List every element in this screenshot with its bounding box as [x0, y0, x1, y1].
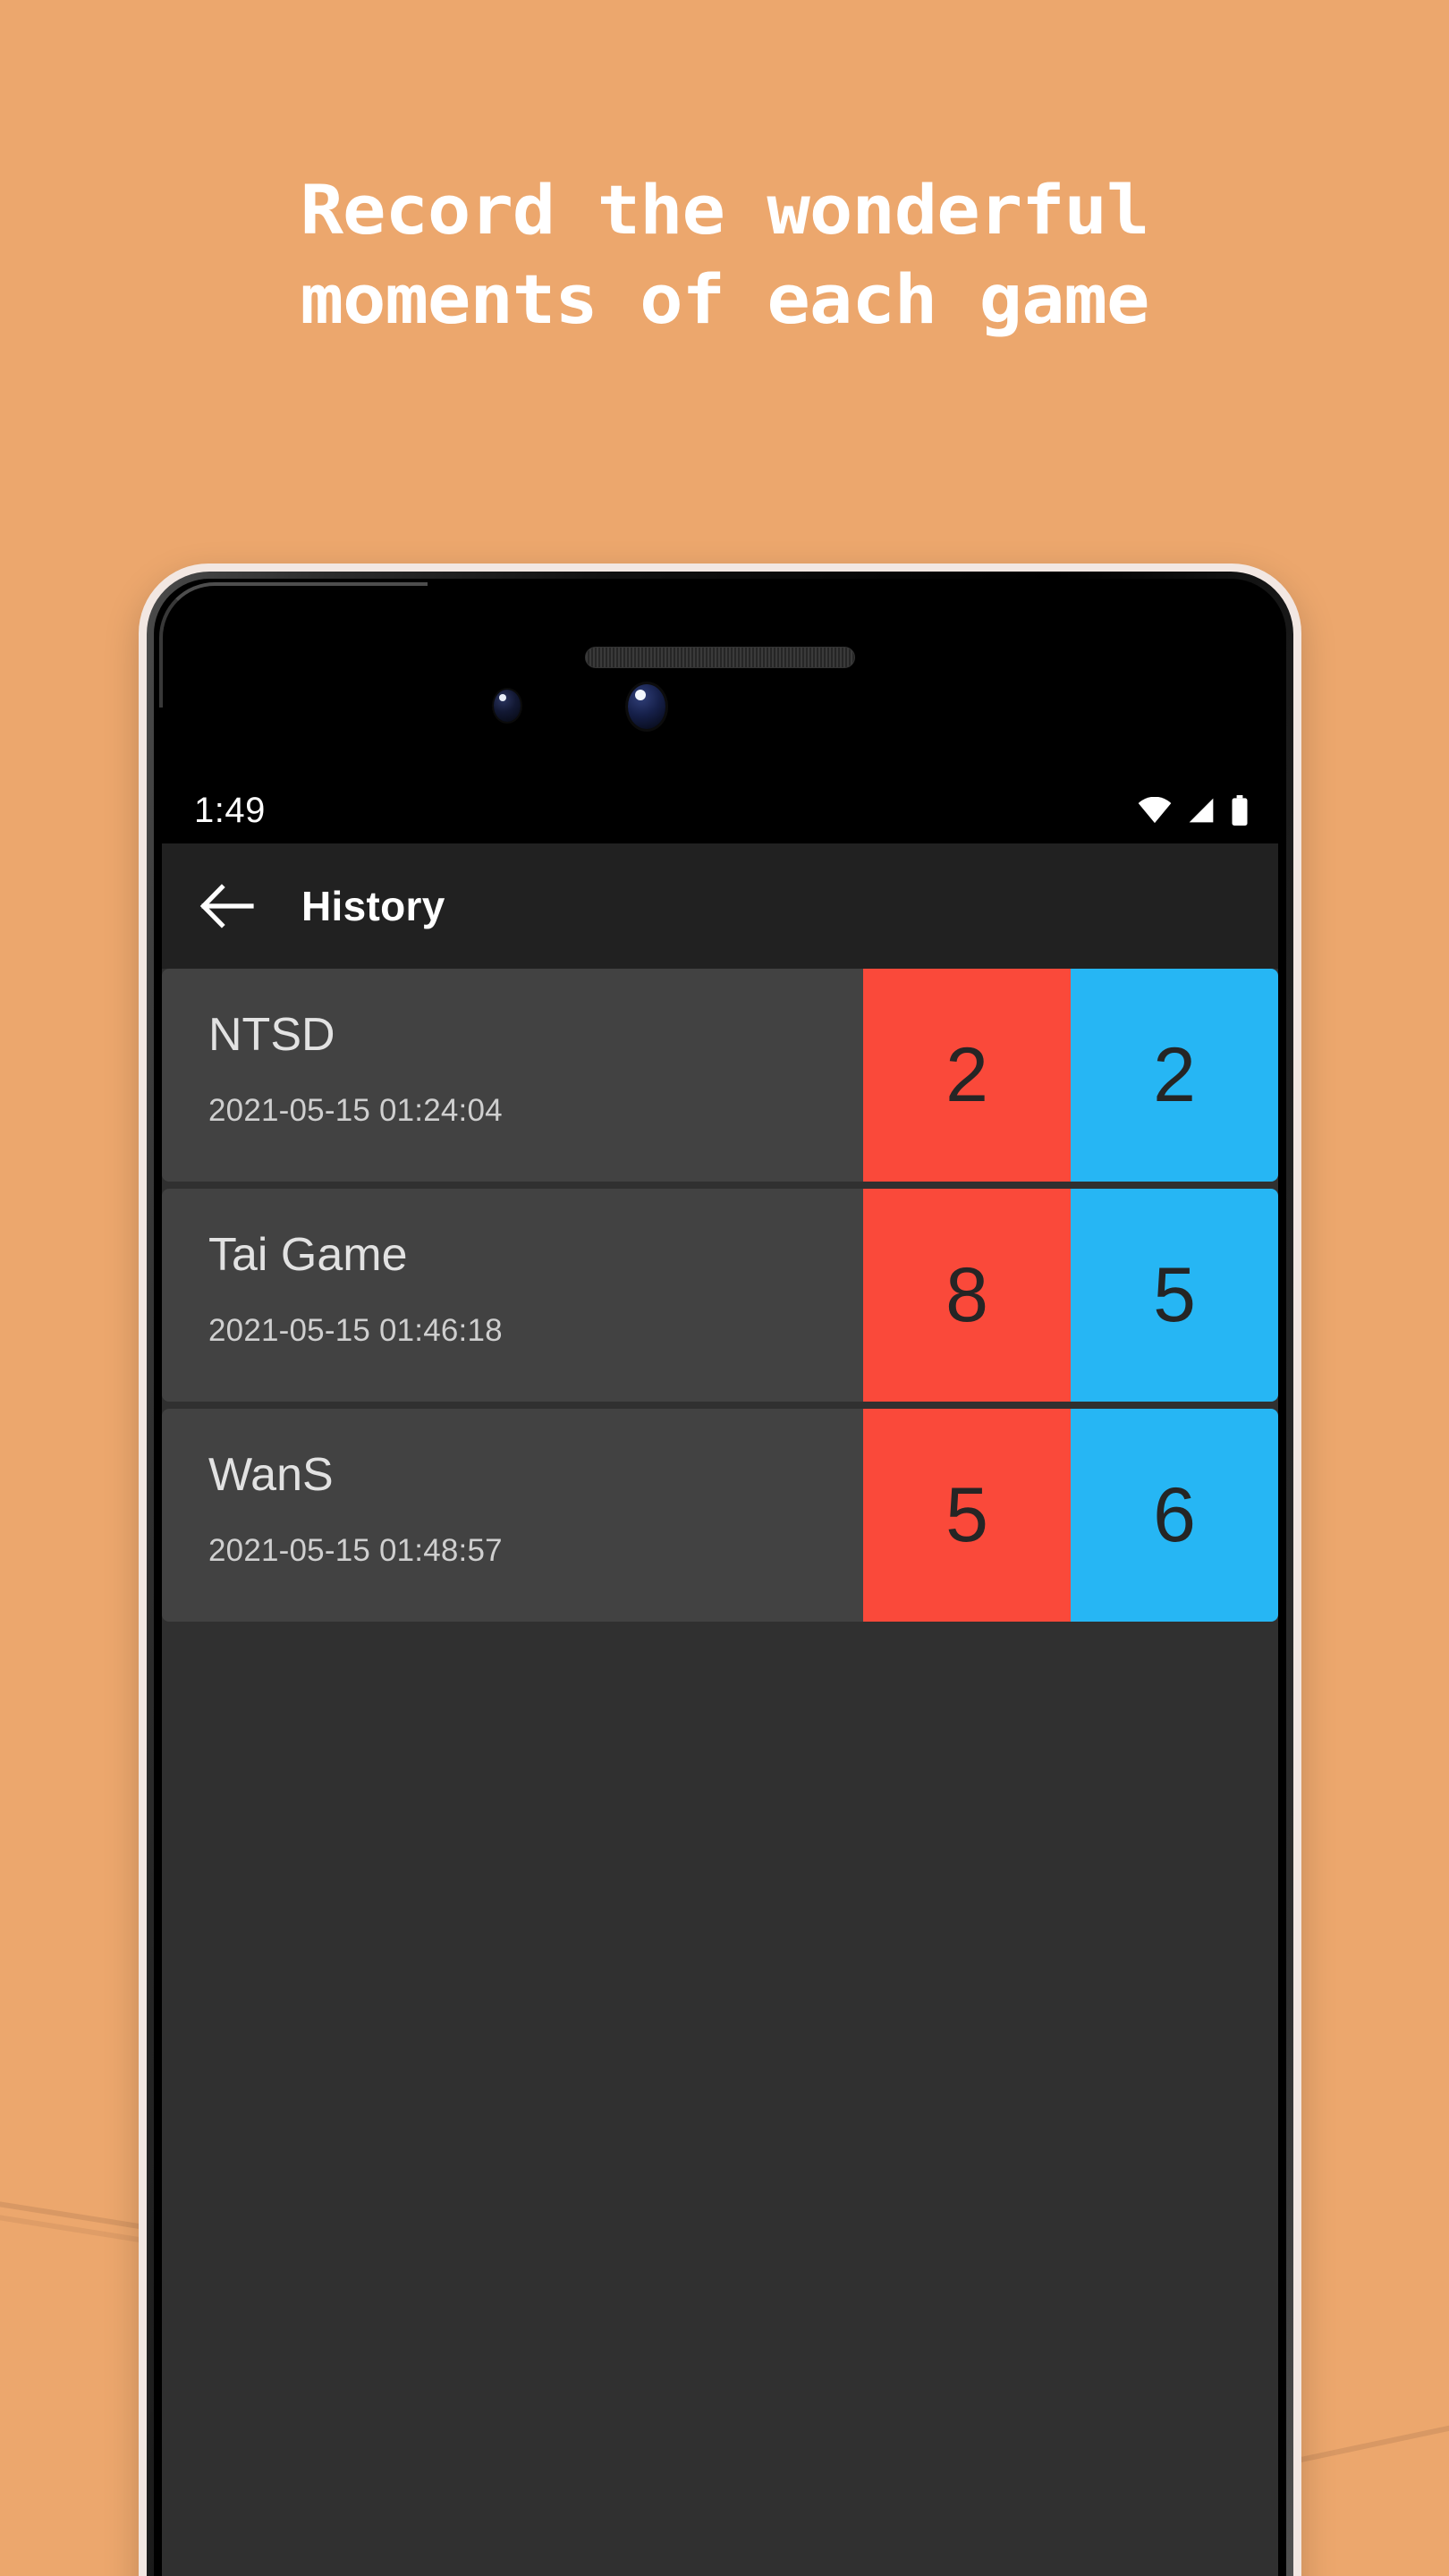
- score-blue: 2: [1071, 969, 1278, 1182]
- phone-bezel: 1:49 History NTSD 2021-05-15 01:24:04 2 …: [147, 572, 1293, 2576]
- earpiece-speaker-icon: [585, 647, 855, 668]
- phone-body: 1:49 History NTSD 2021-05-15 01:24:04 2 …: [154, 579, 1286, 2576]
- history-row-details: Tai Game 2021-05-15 01:46:18: [162, 1189, 863, 1402]
- front-camera-small-icon: [494, 690, 521, 722]
- score-blue: 5: [1071, 1189, 1278, 1402]
- score-red: 8: [863, 1189, 1071, 1402]
- cell-signal-icon: [1189, 798, 1214, 823]
- bezel-highlight: [159, 582, 428, 708]
- status-bar: 1:49: [162, 777, 1278, 843]
- table-row[interactable]: NTSD 2021-05-15 01:24:04 2 2: [162, 969, 1278, 1182]
- table-row[interactable]: Tai Game 2021-05-15 01:46:18 8 5: [162, 1189, 1278, 1402]
- history-row-date: 2021-05-15 01:46:18: [208, 1313, 503, 1349]
- headline-line-2: moments of each game: [300, 258, 1150, 339]
- history-row-date: 2021-05-15 01:48:57: [208, 1533, 503, 1569]
- history-row-details: WanS 2021-05-15 01:48:57: [162, 1409, 863, 1622]
- phone-mockup: 1:49 History NTSD 2021-05-15 01:24:04 2 …: [139, 564, 1301, 2576]
- table-row[interactable]: WanS 2021-05-15 01:48:57 5 6: [162, 1409, 1278, 1622]
- history-row-title: WanS: [208, 1449, 334, 1501]
- status-time: 1:49: [194, 790, 266, 830]
- phone-screen: 1:49 History NTSD 2021-05-15 01:24:04 2 …: [162, 777, 1278, 2576]
- history-row-title: NTSD: [208, 1009, 335, 1061]
- front-camera-large-icon: [628, 684, 665, 729]
- back-button[interactable]: [198, 877, 257, 936]
- history-row-date: 2021-05-15 01:24:04: [208, 1093, 503, 1129]
- score-blue: 6: [1071, 1409, 1278, 1622]
- history-row-details: NTSD 2021-05-15 01:24:04: [162, 969, 863, 1182]
- wifi-icon: [1138, 797, 1172, 824]
- score-red: 2: [863, 969, 1071, 1182]
- decorative-line: [1288, 2396, 1449, 2465]
- page-title: History: [301, 883, 445, 929]
- back-arrow-icon: [199, 884, 254, 928]
- battery-icon: [1232, 795, 1248, 826]
- score-red: 5: [863, 1409, 1071, 1622]
- history-row-title: Tai Game: [208, 1229, 408, 1281]
- headline-line-1: Record the wonderful: [300, 170, 1150, 250]
- app-bar: History: [162, 843, 1278, 969]
- status-icon-group: [1137, 795, 1250, 826]
- promo-headline: Record the wonderful moments of each gam…: [0, 175, 1449, 334]
- history-list[interactable]: NTSD 2021-05-15 01:24:04 2 2 Tai Game 20…: [162, 969, 1278, 1622]
